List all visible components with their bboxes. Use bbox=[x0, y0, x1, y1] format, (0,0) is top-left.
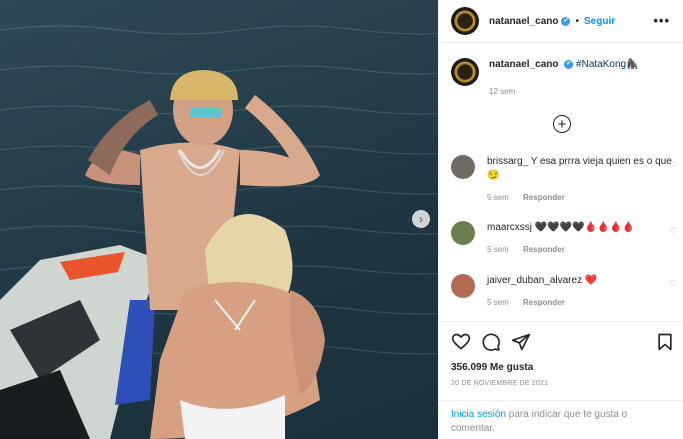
comment-username[interactable]: maarcxssj bbox=[487, 222, 532, 233]
comment-time: 5 sem bbox=[487, 193, 509, 202]
heart-icon[interactable] bbox=[451, 332, 471, 352]
comment: brissarg_ Y esa prrra vieja quien es o q… bbox=[451, 155, 676, 202]
comment-like-heart-icon[interactable]: ♡ bbox=[669, 226, 676, 235]
avatar[interactable] bbox=[451, 7, 479, 35]
post-image: › bbox=[0, 0, 438, 439]
action-bar bbox=[439, 321, 683, 361]
chevron-right-icon[interactable]: › bbox=[412, 210, 430, 228]
post-photo-illustration bbox=[0, 25, 438, 439]
bookmark-icon[interactable] bbox=[655, 332, 675, 352]
post-header: natanael_cano ✔ • Seguir ••• bbox=[439, 0, 683, 43]
avatar[interactable] bbox=[451, 155, 475, 179]
comment-like-heart-icon[interactable]: ♡ bbox=[669, 160, 676, 169]
comment-username[interactable]: jaiver_duban_alvarez bbox=[487, 275, 582, 286]
comment-body: 🖤🖤🖤🖤🩸🩸🩸🩸 bbox=[534, 222, 635, 233]
post-side-panel: natanael_cano ✔ • Seguir ••• natanael_ca… bbox=[438, 0, 683, 439]
comment-text: maarcxssj 🖤🖤🖤🖤🩸🩸🩸🩸 bbox=[487, 221, 634, 235]
comment-text: jaiver_duban_alvarez ❤️ bbox=[487, 274, 597, 288]
comment-icon[interactable] bbox=[481, 332, 501, 352]
comment-meta: 5 sem Responder bbox=[487, 245, 634, 254]
username-link[interactable]: natanael_cano bbox=[489, 16, 558, 27]
comment-text: brissarg_ Y esa prrra vieja quien es o q… bbox=[487, 155, 676, 183]
caption-username[interactable]: natanael_cano bbox=[489, 59, 558, 70]
likes-count[interactable]: 356.099 Me gusta bbox=[451, 362, 533, 373]
gorilla-emoji: 🦍 bbox=[626, 59, 639, 70]
comment-meta: 5 sem Responder bbox=[487, 298, 597, 307]
comment-body: ❤️ bbox=[584, 275, 598, 286]
separator-dot: • bbox=[575, 15, 579, 27]
comment-like-heart-icon[interactable]: ♡ bbox=[669, 279, 676, 288]
reply-button[interactable]: Responder bbox=[523, 193, 565, 202]
hashtag-link[interactable]: #NataKong bbox=[576, 59, 626, 70]
post-caption: natanael_cano ✔ #NataKong🦍 12 sem bbox=[451, 58, 676, 99]
more-options-icon[interactable]: ••• bbox=[653, 13, 670, 28]
verified-badge-icon: ✔ bbox=[564, 59, 574, 69]
comment-time: 5 sem bbox=[487, 245, 509, 254]
comment: jaiver_duban_alvarez ❤️ 5 sem Responder … bbox=[451, 274, 676, 307]
avatar[interactable] bbox=[451, 274, 475, 298]
follow-button[interactable]: Seguir bbox=[584, 16, 615, 27]
comment-time: 5 sem bbox=[487, 298, 509, 307]
comment-meta: 5 sem Responder bbox=[487, 193, 676, 202]
avatar[interactable] bbox=[451, 221, 475, 245]
paper-plane-icon[interactable] bbox=[511, 332, 531, 352]
login-prompt: Inicia sesión para indicar que te gusta … bbox=[439, 400, 683, 439]
avatar[interactable] bbox=[451, 58, 479, 86]
login-link[interactable]: Inicia sesión bbox=[451, 409, 506, 420]
caption-time: 12 sem bbox=[489, 87, 516, 96]
comment: maarcxssj 🖤🖤🖤🖤🩸🩸🩸🩸 5 sem Responder ♡ bbox=[451, 221, 676, 254]
verified-badge-icon: ✔ bbox=[561, 16, 571, 26]
load-more-comments-icon[interactable]: + bbox=[553, 115, 571, 133]
post-date: 20 DE NOVIEMBRE DE 2021 bbox=[451, 380, 549, 387]
reply-button[interactable]: Responder bbox=[523, 298, 565, 307]
comment-username[interactable]: brissarg_ bbox=[487, 156, 528, 167]
reply-button[interactable]: Responder bbox=[523, 245, 565, 254]
